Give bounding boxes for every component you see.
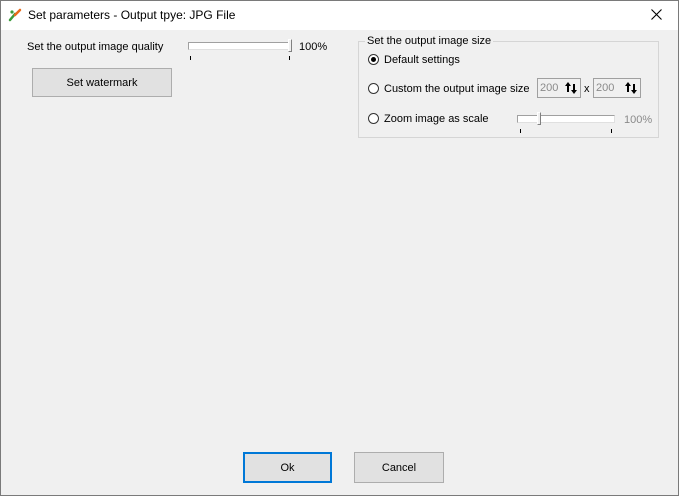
window-title: Set parameters - Output tpye: JPG File [28, 8, 236, 22]
width-spinbox-value: 200 [540, 82, 559, 94]
zoom-tick-max [611, 129, 612, 133]
title-bar[interactable]: Set parameters - Output tpye: JPG File [1, 1, 678, 30]
quality-label: Set the output image quality [27, 41, 164, 53]
radio-default-settings-label[interactable]: Default settings [384, 54, 460, 66]
width-spinbox[interactable]: 200 [537, 78, 581, 98]
app-icon [8, 8, 22, 22]
zoom-value: 100% [624, 114, 653, 126]
radio-custom-size-label[interactable]: Custom the output image size [384, 83, 530, 95]
height-spinbox-value: 200 [596, 82, 615, 94]
radio-default-settings[interactable] [368, 54, 379, 65]
width-spin-arrows-icon[interactable] [563, 80, 579, 96]
dialog-body: Set the output image quality 100% Set wa… [1, 30, 678, 495]
set-watermark-button[interactable]: Set watermark [32, 68, 172, 97]
ok-button[interactable]: Ok [243, 452, 332, 483]
cancel-button[interactable]: Cancel [354, 452, 444, 483]
zoom-slider[interactable] [517, 112, 615, 133]
dialog-window: Set parameters - Output tpye: JPG File S… [0, 0, 679, 496]
quality-value: 100% [299, 41, 328, 53]
close-icon [650, 8, 662, 23]
zoom-tick-min [520, 129, 521, 133]
radio-selected-dot [371, 57, 376, 62]
radio-zoom-scale[interactable] [368, 113, 379, 124]
output-size-group-title: Set the output image size [365, 35, 494, 47]
quality-slider-track [188, 42, 290, 50]
zoom-slider-thumb[interactable] [537, 112, 541, 125]
radio-custom-size[interactable] [368, 83, 379, 94]
height-spin-arrows-icon[interactable] [623, 80, 639, 96]
quality-slider-thumb[interactable] [288, 39, 292, 52]
quality-slider[interactable] [188, 39, 294, 60]
height-spinbox[interactable]: 200 [593, 78, 641, 98]
close-button[interactable] [634, 1, 678, 30]
quality-tick-max [289, 56, 290, 60]
size-separator: x [584, 83, 590, 95]
radio-zoom-scale-label[interactable]: Zoom image as scale [384, 113, 489, 125]
zoom-slider-track [517, 115, 615, 123]
quality-tick-min [190, 56, 191, 60]
